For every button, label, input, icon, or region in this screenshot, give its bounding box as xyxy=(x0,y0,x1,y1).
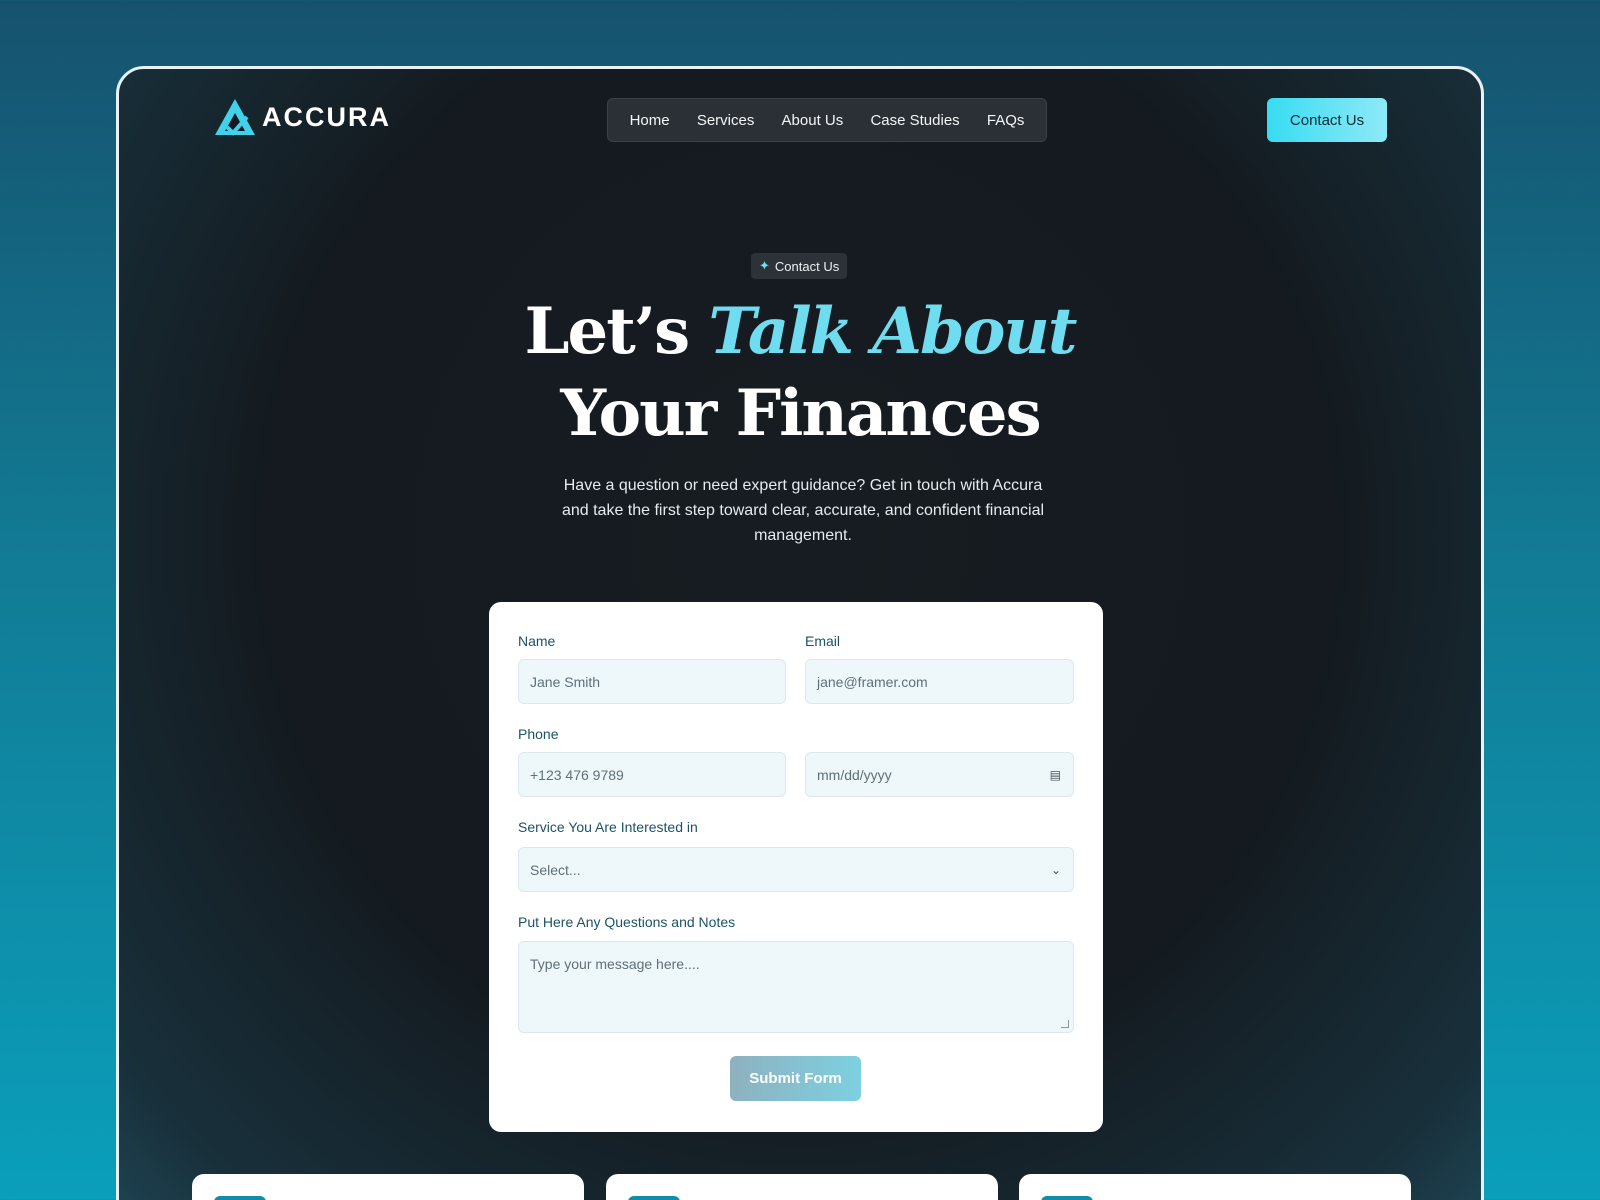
phone-label: Phone xyxy=(518,726,559,742)
name-input[interactable]: Jane Smith xyxy=(518,659,786,704)
nav-case-studies[interactable]: Case Studies xyxy=(870,112,959,129)
date-placeholder: mm/dd/yyyy xyxy=(817,766,892,783)
notes-label: Put Here Any Questions and Notes xyxy=(518,914,736,930)
sparkle-icon: ✦ xyxy=(759,258,770,273)
hero-subtitle: Have a question or need expert guidance?… xyxy=(561,477,1045,544)
info-card xyxy=(192,1174,584,1200)
page-title: Let’s Talk About Your Finances xyxy=(119,291,1481,455)
main-nav: Home Services About Us Case Studies FAQs xyxy=(607,98,1047,142)
phone-input[interactable]: +123 476 9789 xyxy=(518,752,786,797)
service-selected-value: Select... xyxy=(530,861,581,878)
submit-form-button[interactable]: Submit Form xyxy=(730,1056,861,1101)
accura-logo-icon xyxy=(215,99,255,136)
notes-textarea[interactable]: Type your message here.... xyxy=(518,941,1074,1033)
title-plain-part: Let’s xyxy=(524,294,709,369)
badge-label: Contact Us xyxy=(774,258,840,274)
card-icon-chip xyxy=(214,1196,266,1200)
name-placeholder: Jane Smith xyxy=(530,673,601,690)
brand-name: ACCURA xyxy=(262,101,391,132)
name-label: Name xyxy=(518,633,556,649)
resize-handle-icon[interactable] xyxy=(1061,1020,1069,1028)
browser-frame: ACCURA Home Services About Us Case Studi… xyxy=(116,66,1484,1200)
chevron-down-icon: ⌄ xyxy=(1050,862,1061,877)
section-badge: ✦ Contact Us xyxy=(751,253,848,279)
title-line-two: Your Finances xyxy=(560,376,1041,451)
email-label: Email xyxy=(805,633,841,649)
nav-home[interactable]: Home xyxy=(630,112,670,129)
service-label: Service You Are Interested in xyxy=(518,819,698,835)
nav-services[interactable]: Services xyxy=(697,112,755,129)
brand-logo[interactable]: ACCURA xyxy=(214,97,391,137)
card-icon-chip xyxy=(1041,1196,1093,1200)
nav-about-us[interactable]: About Us xyxy=(782,112,844,129)
nav-faqs[interactable]: FAQs xyxy=(987,112,1025,129)
card-icon-chip xyxy=(628,1196,680,1200)
service-select[interactable]: Select... ⌄ xyxy=(518,847,1074,892)
contact-form: Name Jane Smith Email jane@framer.com Ph… xyxy=(489,602,1103,1132)
info-card xyxy=(606,1174,998,1200)
info-card xyxy=(1019,1174,1411,1200)
date-input[interactable]: mm/dd/yyyy ▤ xyxy=(805,752,1074,797)
phone-placeholder: +123 476 9789 xyxy=(530,766,624,783)
email-input[interactable]: jane@framer.com xyxy=(805,659,1074,704)
calendar-icon[interactable]: ▤ xyxy=(1050,768,1061,782)
contact-us-button[interactable]: Contact Us xyxy=(1267,98,1387,142)
notes-placeholder: Type your message here.... xyxy=(530,956,700,972)
email-placeholder: jane@framer.com xyxy=(817,673,928,690)
title-accent-part: Talk About xyxy=(708,294,1077,369)
